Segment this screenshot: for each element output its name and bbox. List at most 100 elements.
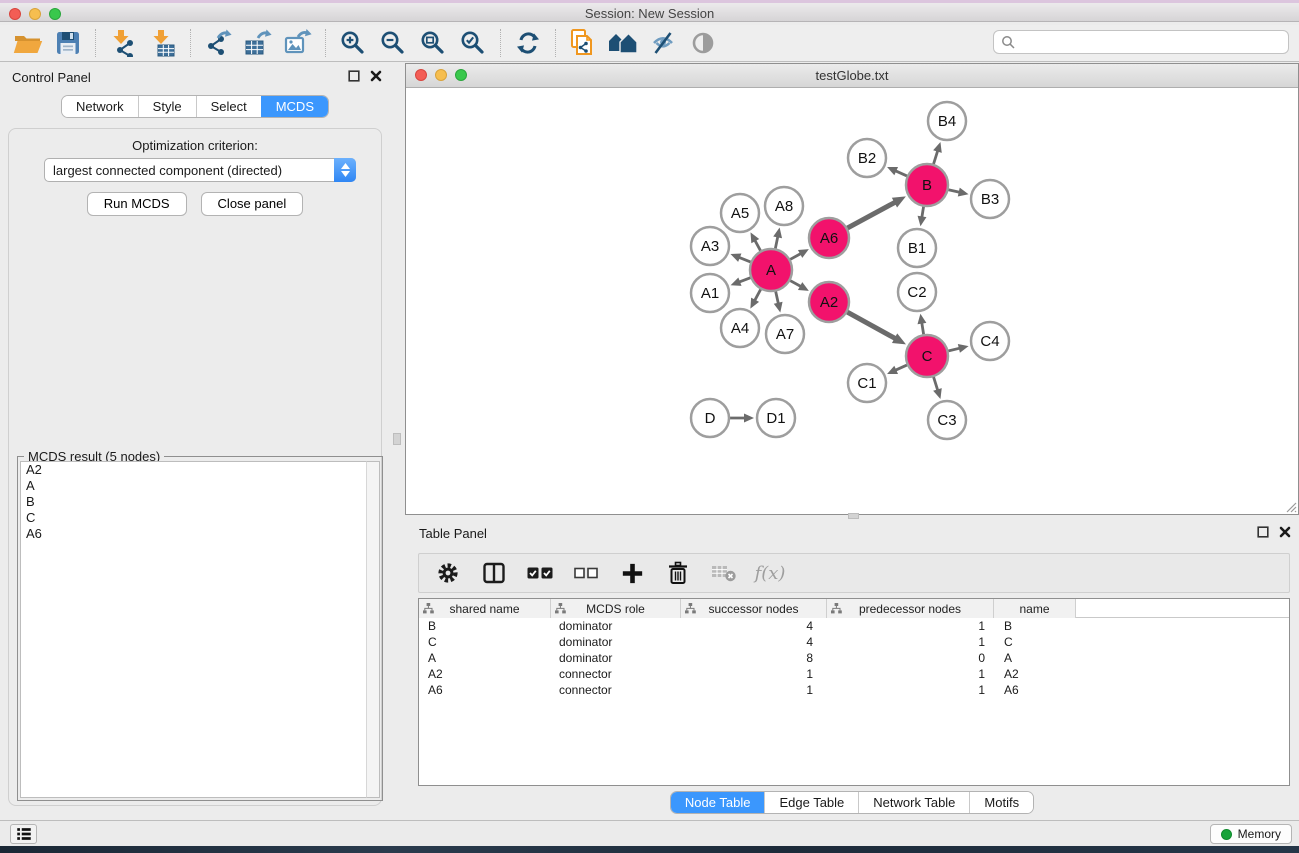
tab-motifs[interactable]: Motifs: [969, 792, 1033, 813]
tab-edge-table[interactable]: Edge Table: [764, 792, 858, 813]
delete-column-icon[interactable]: [665, 560, 691, 586]
table-cell[interactable]: A6: [419, 683, 551, 697]
tab-style[interactable]: Style: [138, 96, 196, 117]
table-cell[interactable]: 8: [681, 651, 827, 665]
control-panel: Control Panel Network Style Select MCDS …: [0, 62, 390, 820]
table-cell[interactable]: 1: [681, 683, 827, 697]
table-cell[interactable]: 1: [827, 635, 994, 649]
select-all-columns-icon[interactable]: [527, 560, 553, 586]
table-cell[interactable]: connector: [551, 683, 681, 697]
mcds-result-item[interactable]: C: [21, 510, 366, 526]
table-panel: Table Panel: [405, 520, 1299, 820]
network-view-window: testGlobe.txt B4B2BB3A8A5A6A3B1AA1C2A2A4…: [405, 63, 1299, 515]
column-header-mcds-role[interactable]: MCDS role: [551, 599, 681, 618]
show-column-icon[interactable]: [481, 560, 507, 586]
edge-A6-B[interactable]: [845, 202, 896, 230]
column-header-predecessor-nodes[interactable]: predecessor nodes: [827, 599, 994, 618]
graph-node-label: B1: [908, 240, 926, 257]
vertical-splitter[interactable]: [390, 62, 405, 820]
toolbar-separator: [500, 29, 501, 57]
duplicate-network-icon[interactable]: [563, 26, 603, 60]
table-cell[interactable]: connector: [551, 667, 681, 681]
control-panel-title: Control Panel: [12, 70, 91, 85]
table-cell[interactable]: A: [419, 651, 551, 665]
tab-select[interactable]: Select: [196, 96, 261, 117]
add-column-icon[interactable]: [619, 560, 645, 586]
tab-network-table[interactable]: Network Table: [858, 792, 969, 813]
mcds-result-item[interactable]: B: [21, 494, 366, 510]
import-network-icon[interactable]: [103, 26, 143, 60]
table-cell[interactable]: dominator: [551, 651, 681, 665]
mcds-list-scrollbar[interactable]: [366, 461, 380, 798]
table-cell[interactable]: 1: [827, 683, 994, 697]
show-home-networks-icon[interactable]: [603, 26, 643, 60]
close-panel-button[interactable]: Close panel: [201, 192, 304, 216]
table-cell[interactable]: 0: [827, 651, 994, 665]
table-cell[interactable]: dominator: [551, 635, 681, 649]
zoom-selected-icon[interactable]: [453, 26, 493, 60]
table-cell[interactable]: A6: [994, 683, 1076, 697]
export-table-icon[interactable]: [238, 26, 278, 60]
open-session-icon[interactable]: [8, 26, 48, 60]
close-table-panel-icon[interactable]: [1279, 526, 1291, 538]
table-cell[interactable]: 4: [681, 635, 827, 649]
column-type-icon: [555, 603, 566, 614]
criterion-dropdown[interactable]: largest connected component (directed): [44, 158, 356, 182]
network-canvas[interactable]: B4B2BB3A8A5A6A3B1AA1C2A2A4A7C4CC1C3DD1: [406, 88, 1298, 514]
table-options-gear-icon[interactable]: [435, 560, 461, 586]
table-cell[interactable]: 4: [681, 619, 827, 633]
table-row[interactable]: Bdominator41B: [419, 618, 1289, 634]
edge-A2-C[interactable]: [845, 311, 897, 339]
memory-button[interactable]: Memory: [1210, 824, 1292, 844]
table-cell[interactable]: A2: [419, 667, 551, 681]
mcds-result-item[interactable]: A6: [21, 526, 366, 542]
save-session-icon[interactable]: [48, 26, 88, 60]
birdseye-view-icon[interactable]: [683, 26, 723, 60]
table-row[interactable]: Adominator80A: [419, 650, 1289, 666]
search-input[interactable]: [1015, 34, 1281, 50]
unselect-all-columns-icon[interactable]: [573, 560, 599, 586]
table-cell[interactable]: 1: [827, 619, 994, 633]
apply-layout-refresh-icon[interactable]: [508, 26, 548, 60]
table-cell[interactable]: A: [994, 651, 1076, 665]
float-table-panel-icon[interactable]: [1257, 526, 1269, 538]
close-panel-icon[interactable]: [370, 70, 382, 82]
graph-node-label: A: [766, 262, 776, 279]
export-image-icon[interactable]: [278, 26, 318, 60]
table-cell[interactable]: 1: [827, 667, 994, 681]
splitter-grip[interactable]: [393, 433, 401, 445]
float-panel-icon[interactable]: [348, 70, 360, 82]
tab-network[interactable]: Network: [62, 96, 138, 117]
zoom-in-icon[interactable]: [333, 26, 373, 60]
search-field[interactable]: [993, 30, 1289, 54]
table-cell[interactable]: C: [419, 635, 551, 649]
table-cell[interactable]: B: [994, 619, 1076, 633]
table-cell[interactable]: 1: [681, 667, 827, 681]
horizontal-splitter-grip[interactable]: [848, 513, 859, 519]
hide-graphics-details-icon[interactable]: [643, 26, 683, 60]
table-cell[interactable]: B: [419, 619, 551, 633]
export-network-icon[interactable]: [198, 26, 238, 60]
show-task-history-button[interactable]: [10, 824, 37, 844]
table-row[interactable]: A6connector11A6: [419, 682, 1289, 698]
table-cell[interactable]: dominator: [551, 619, 681, 633]
run-mcds-button[interactable]: Run MCDS: [87, 192, 187, 216]
column-header-successor-nodes[interactable]: successor nodes: [681, 599, 827, 618]
table-row[interactable]: A2connector11A2: [419, 666, 1289, 682]
mcds-result-item[interactable]: A: [21, 478, 366, 494]
zoom-fit-icon[interactable]: [413, 26, 453, 60]
zoom-out-icon[interactable]: [373, 26, 413, 60]
tab-node-table[interactable]: Node Table: [671, 792, 765, 813]
toolbar-separator: [95, 29, 96, 57]
import-table-icon[interactable]: [143, 26, 183, 60]
mcds-result-item[interactable]: A2: [21, 462, 366, 478]
table-row[interactable]: Cdominator41C: [419, 634, 1289, 650]
mcds-result-list[interactable]: A2ABCA6: [20, 461, 366, 798]
table-cell[interactable]: A2: [994, 667, 1076, 681]
tab-mcds[interactable]: MCDS: [261, 96, 328, 117]
table-cell[interactable]: C: [994, 635, 1076, 649]
column-header-shared-name[interactable]: shared name: [419, 599, 551, 618]
network-window-titlebar[interactable]: testGlobe.txt: [406, 64, 1298, 88]
column-header-name[interactable]: name: [994, 599, 1076, 618]
window-resize-grip[interactable]: [1283, 499, 1297, 513]
